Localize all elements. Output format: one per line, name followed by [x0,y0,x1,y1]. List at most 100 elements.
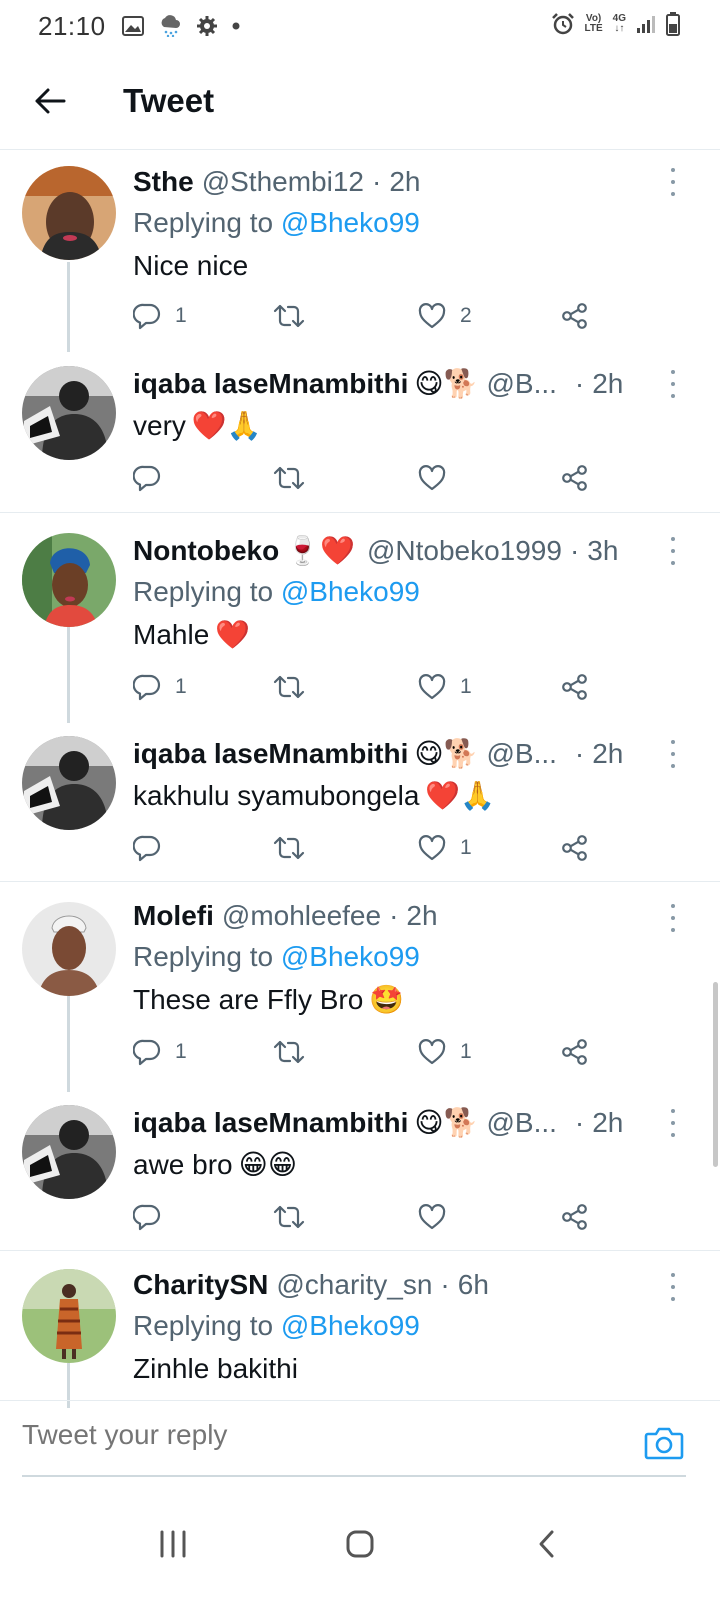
more-options-button[interactable] [668,537,678,565]
retweet-button[interactable] [273,1203,305,1231]
reply-button[interactable]: 1 [133,673,187,701]
tweet-text: Zinhle bakithi [133,1353,298,1384]
share-button[interactable] [561,302,589,330]
network-type-icon: 4G ↓↑ [612,13,626,34]
author-name[interactable]: iqaba laseMnambithi [133,1103,408,1143]
more-options-button[interactable] [668,1273,678,1301]
text-emojis: 😁😁 [238,1149,298,1180]
author-handle: @Sthembi12 [201,166,364,197]
like-button[interactable] [418,1204,446,1230]
system-back-button[interactable] [517,1514,577,1574]
author-name[interactable]: Sthe [133,162,194,202]
retweet-button[interactable] [273,834,305,862]
tweet-text: These are Ffly Bro 🤩 [133,978,700,1022]
heart-icon [418,303,446,329]
tweet-item[interactable]: Sthe @Sthembi12 · 2h Replying to @Bheko9… [0,150,720,352]
mention-link[interactable]: @Bheko99 [281,941,420,972]
reply-icon [133,834,161,862]
tweet-item[interactable]: Molefi @mohleefee · 2h Replying to @Bhek… [0,882,720,1092]
reply-button[interactable]: 1 [133,302,187,330]
mention-link[interactable]: @Bheko99 [281,207,420,238]
retweet-icon [273,834,305,862]
author-name[interactable]: Nontobeko [133,531,279,571]
share-button[interactable] [561,464,589,492]
back-button[interactable] [25,76,75,126]
retweet-button[interactable] [273,1038,305,1066]
reply-composer [0,1400,720,1480]
heart-icon [418,674,446,700]
retweet-button[interactable] [273,302,305,330]
avatar[interactable] [22,366,116,460]
reply-count: 1 [175,1040,187,1063]
chevron-left-icon [539,1530,554,1558]
replying-to: Replying to @Bheko99 [133,941,420,972]
author-handle: @B... [486,738,557,769]
name-emojis: 😋🐕 [414,368,479,399]
author-name[interactable]: iqaba laseMnambithi [133,734,408,774]
mention-link[interactable]: @Bheko99 [281,1310,420,1341]
camera-icon [644,1427,684,1460]
avatar[interactable] [22,736,116,830]
like-button[interactable] [418,465,446,491]
recent-apps-button[interactable] [143,1514,203,1574]
reply-button[interactable]: 1 [133,1038,187,1066]
share-button[interactable] [561,834,589,862]
tweet-item[interactable]: CharitySN @charity_sn · 6h Replying to @… [0,1251,720,1408]
tweet-time: 2h [592,368,624,399]
retweet-icon [273,1038,305,1066]
more-options-button[interactable] [668,168,678,196]
text-emojis: 🤩 [369,984,405,1015]
tweet-meta: iqaba laseMnambithi 😋🐕 @B... · 2h [133,734,700,774]
tweet-item[interactable]: iqaba laseMnambithi 😋🐕 @B... · 2h kakhul… [0,718,720,881]
like-count: 2 [460,304,472,327]
more-options-button[interactable] [668,1109,678,1137]
author-name[interactable]: Molefi [133,896,214,936]
reply-button[interactable] [133,834,161,862]
like-button[interactable]: 1 [418,674,472,700]
retweet-icon [273,464,305,492]
tweet-item[interactable]: iqaba laseMnambithi 😋🐕 @B... · 2h awe br… [0,1087,720,1250]
scrollbar[interactable] [713,982,718,1167]
like-button[interactable]: 2 [418,303,472,329]
text-emojis: ❤️🙏 [425,780,496,811]
more-options-button[interactable] [668,904,678,932]
meta-separator: · [574,368,585,399]
tweet-body: Molefi @mohleefee · 2h Replying to @Bhek… [133,896,700,1022]
text-emojis: ❤️ [215,619,251,650]
share-button[interactable] [561,1203,589,1231]
mention-link[interactable]: @Bheko99 [281,576,420,607]
more-options-button[interactable] [668,370,678,398]
tweet-body: Nontobeko 🍷❤️ @Ntobeko1999 · 3h Replying… [133,531,700,657]
author-name[interactable]: iqaba laseMnambithi [133,364,408,404]
meta-separator: · [574,738,585,769]
tweet-item[interactable]: Nontobeko 🍷❤️ @Ntobeko1999 · 3h Replying… [0,513,720,723]
avatar[interactable] [22,533,116,627]
name-emojis: 😋🐕 [414,1107,479,1138]
avatar[interactable] [22,1269,116,1363]
retweet-button[interactable] [273,673,305,701]
heart-icon [418,1204,446,1230]
share-icon [561,302,589,330]
avatar[interactable] [22,902,116,996]
meta-separator: · [371,166,382,197]
share-icon [561,464,589,492]
home-button[interactable] [330,1514,390,1574]
retweet-button[interactable] [273,464,305,492]
replying-to: Replying to @Bheko99 [133,576,420,607]
tweet-actions [133,1197,593,1237]
image-icon [121,16,144,36]
tweet-meta: iqaba laseMnambithi 😋🐕 @B... · 2h [133,1103,700,1143]
share-button[interactable] [561,1038,589,1066]
share-button[interactable] [561,673,589,701]
author-name[interactable]: CharitySN [133,1265,268,1305]
avatar[interactable] [22,166,116,260]
like-button[interactable]: 1 [418,835,472,861]
avatar[interactable] [22,1105,116,1199]
reply-button[interactable] [133,1203,161,1231]
tweet-item[interactable]: iqaba laseMnambithi 😋🐕 @B... · 2h very ❤… [0,348,720,512]
reply-input[interactable] [22,1419,602,1451]
more-options-button[interactable] [668,740,678,768]
like-button[interactable]: 1 [418,1039,472,1065]
camera-button[interactable] [644,1425,684,1461]
reply-button[interactable] [133,464,161,492]
